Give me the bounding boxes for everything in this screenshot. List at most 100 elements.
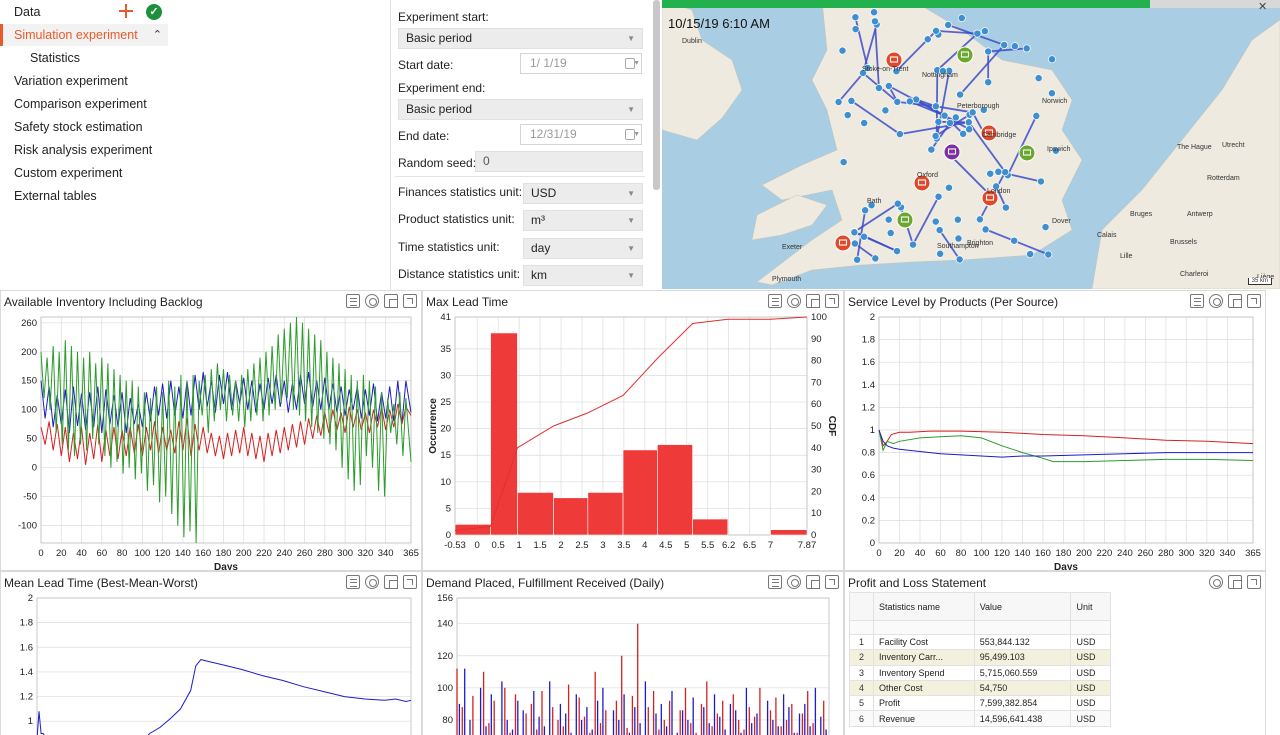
distance-unit-value: km xyxy=(531,268,547,282)
y2-tick-label: 0 xyxy=(811,530,816,541)
start-date-picker[interactable]: 1/ 1/19 ▼ xyxy=(520,53,642,74)
x-tick-label: 280 xyxy=(1158,548,1174,559)
map-place-label: Charleroi xyxy=(1180,271,1209,278)
product-unit-select[interactable]: m³ ▼ xyxy=(523,210,643,231)
x-tick-label: 100 xyxy=(134,548,150,559)
table-row[interactable]: 5 Profit 7,599,382.854 USD xyxy=(849,695,1111,712)
chevron-down-icon: ▼ xyxy=(627,271,635,280)
finances-unit-select[interactable]: USD ▼ xyxy=(523,183,643,204)
experiment-end-select[interactable]: Basic period ▼ xyxy=(398,99,643,120)
experiment-start-label: Experiment start: xyxy=(398,10,489,24)
demand-fulfillment-chart: 6080100120140156 xyxy=(437,593,830,735)
customer-marker xyxy=(994,167,1003,176)
histogram-bar xyxy=(657,444,693,536)
end-date-picker[interactable]: 12/31/19 ▼ xyxy=(520,124,642,145)
x-tick-label: 240 xyxy=(1117,548,1133,559)
copy-icon[interactable] xyxy=(1228,575,1242,589)
x-tick-label: 160 xyxy=(195,548,211,559)
y-tick-label: 0 xyxy=(870,538,875,549)
y-tick-label: 120 xyxy=(437,651,453,662)
map-place-label: Peterborough xyxy=(957,103,1000,110)
profit-loss-table: Statistics name Value Unit 1 Facility Cos… xyxy=(849,592,1111,727)
customer-marker xyxy=(847,96,856,105)
plus-icon[interactable] xyxy=(118,3,134,19)
tree-item[interactable]: External tables xyxy=(0,185,168,207)
table-row[interactable]: 1 Facility Cost 553,844.132 USD xyxy=(849,633,1111,651)
experiment-start-select[interactable]: Basic period ▼ xyxy=(398,28,643,49)
y-tick-label: 35 xyxy=(440,344,451,355)
customer-marker xyxy=(965,125,974,134)
table-row[interactable]: 4 Other Cost 54,750 USD xyxy=(849,679,1111,697)
settings-scrollbar[interactable] xyxy=(653,0,660,190)
distance-unit-select[interactable]: km ▼ xyxy=(523,265,643,286)
column-header[interactable]: Statistics name xyxy=(873,592,975,621)
x-tick-label: 20 xyxy=(894,548,905,559)
table-cell-idx: 5 xyxy=(849,695,874,712)
continent-land xyxy=(1091,19,1280,289)
table-row[interactable]: 3 Inventory Spend 5,715,060.559 USD xyxy=(849,664,1111,681)
y-tick-label: 100 xyxy=(21,405,37,416)
map-place-label: Utrecht xyxy=(1222,142,1245,149)
customer-marker xyxy=(973,29,982,38)
tree-item[interactable]: Safety stock estimation xyxy=(0,116,168,138)
x-tick-label: 3.5 xyxy=(617,540,630,551)
x-tick-label: 340 xyxy=(378,548,394,559)
x-tick-label: 160 xyxy=(1035,548,1051,559)
chart-grid xyxy=(878,316,1254,544)
x-tick-label: 320 xyxy=(357,548,373,559)
table-spacer-row xyxy=(849,620,1111,635)
tree-item[interactable]: Comparison experiment xyxy=(0,93,168,115)
end-date-label: End date: xyxy=(398,129,450,143)
x-tick-label: 220 xyxy=(256,548,272,559)
mean-lead-time-panel: Mean Lead Time (Best-Mean-Worst) 0.811.2… xyxy=(0,571,422,735)
customer-marker xyxy=(957,14,966,22)
table-cell-idx: 2 xyxy=(849,649,874,666)
y-tick-label: 156 xyxy=(437,593,453,604)
y2-tick-label: 50 xyxy=(811,421,822,432)
tree-item[interactable]: Simulation experiment ⌃ xyxy=(0,24,168,46)
table-row[interactable]: 2 Inventory Carr... 95,499.103 USD xyxy=(849,649,1111,666)
time-unit-select[interactable]: day ▼ xyxy=(523,238,643,259)
customer-marker xyxy=(927,145,936,154)
customer-marker xyxy=(870,8,878,17)
y-tick-label: 1.2 xyxy=(20,692,33,703)
table-row[interactable]: 6 Revenue 14,596,641.438 USD xyxy=(849,710,1111,727)
customer-marker xyxy=(1036,177,1045,186)
tree-item[interactable]: Data xyxy=(0,1,168,23)
map-place-label: Stoke-on-Trent xyxy=(862,66,909,73)
series-line xyxy=(878,429,1253,458)
customer-marker xyxy=(893,247,901,256)
chevron-up-icon[interactable]: ⌃ xyxy=(153,24,162,46)
customer-marker xyxy=(850,239,859,248)
map-place-label: London xyxy=(987,188,1011,195)
x-tick-label: 180 xyxy=(1056,548,1072,559)
map-place-label: Dublin xyxy=(682,38,702,45)
customer-marker xyxy=(946,119,954,127)
y-tick-label: 200 xyxy=(21,347,37,358)
tree-item[interactable]: Statistics xyxy=(0,47,168,69)
close-icon[interactable]: ✕ xyxy=(1258,0,1272,13)
tree-item[interactable]: Risk analysis experiment xyxy=(0,139,168,161)
customer-marker xyxy=(853,255,862,264)
map-place-label: Bath xyxy=(867,198,882,205)
supplier-marker xyxy=(956,46,974,64)
customer-marker xyxy=(931,217,940,226)
customer-marker xyxy=(850,228,859,237)
gear-icon[interactable] xyxy=(1209,575,1223,589)
supply-chain-map[interactable]: ✕ 10/15/19 6:10 AM Dublin Stoke-on-Trent N… xyxy=(662,0,1280,289)
customer-marker xyxy=(871,17,879,26)
y-tick-label: 0.6 xyxy=(862,470,875,481)
y-tick-label: 1.4 xyxy=(20,667,33,678)
column-header[interactable]: Unit xyxy=(1070,592,1111,621)
time-unit-value: day xyxy=(531,241,551,255)
column-header[interactable]: Value xyxy=(973,592,1072,621)
x-tick-label: 80 xyxy=(117,548,128,559)
random-seed-input[interactable]: 0 xyxy=(475,151,643,172)
y-tick-label: 0.2 xyxy=(862,515,875,526)
tree-item[interactable]: Variation experiment xyxy=(0,70,168,92)
y-tick-label: 25 xyxy=(440,397,451,408)
column-header[interactable] xyxy=(849,592,874,621)
tree-item[interactable]: Custom experiment xyxy=(0,162,168,184)
expand-icon[interactable] xyxy=(1247,575,1261,589)
map-place-label: Lille xyxy=(1120,253,1133,260)
